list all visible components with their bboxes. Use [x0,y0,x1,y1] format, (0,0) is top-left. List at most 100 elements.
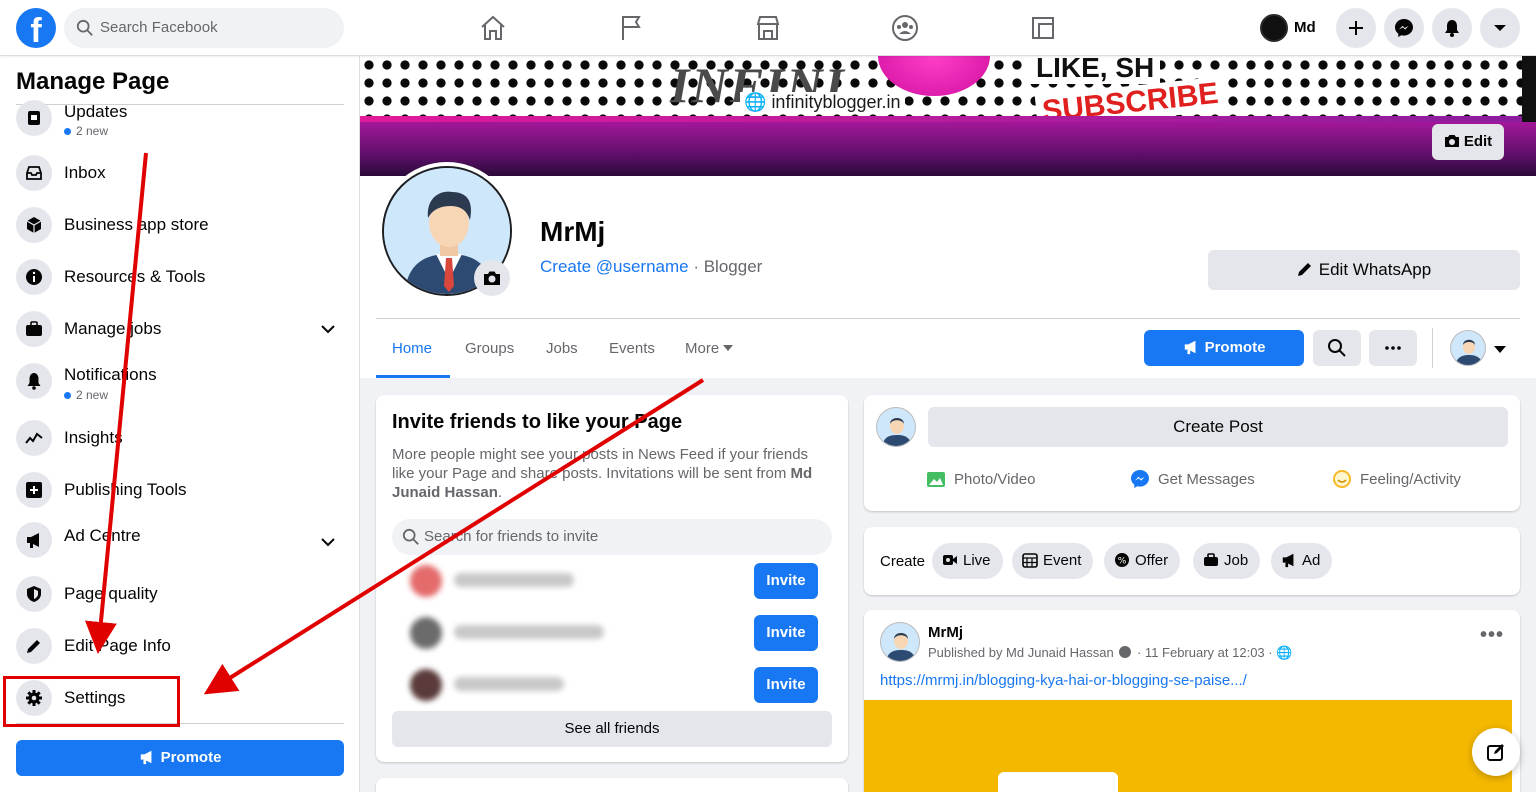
create-live-button[interactable]: Live [932,543,1003,579]
tab-jobs[interactable]: Jobs [546,340,578,357]
sidebar-title: Manage Page [16,68,170,95]
megaphone-icon [1282,553,1294,568]
info-icon [16,259,52,295]
camera-icon [1444,135,1459,147]
sidebar-item-inbox[interactable]: Inbox [16,151,344,195]
post-meta: Published by Md Junaid Hassan · 11 Febru… [928,645,1293,660]
sidebar-item-publishing-tools[interactable]: Publishing Tools [16,468,344,512]
get-messages-button[interactable]: Get Messages [1130,469,1255,489]
more-icon [1385,346,1401,350]
globe-icon: 🌐 [744,92,767,112]
page-category: · Blogger [688,257,763,276]
gaming-icon[interactable] [1027,12,1059,44]
cube-icon [16,207,52,243]
divider [1432,328,1433,368]
sidebar-item-insights[interactable]: Insights [16,416,344,460]
sidebar-item-label: Insights [64,428,123,447]
flag-icon[interactable] [615,12,647,44]
scrollbar[interactable] [1522,56,1536,122]
more-options-button[interactable] [1369,330,1417,366]
tab-more[interactable]: More [685,340,734,357]
feeling-activity-button[interactable]: Feeling/Activity [1332,469,1461,489]
sidebar-item-label: Inbox [64,163,106,182]
create-post-button[interactable]: Create Post [928,407,1508,447]
create-plus-button[interactable] [1336,8,1376,48]
invite-button[interactable]: Invite [754,667,818,703]
sidebar-promote-button[interactable]: Promote [16,740,344,776]
sidebar-item-resources-tools[interactable]: Resources & Tools [16,255,344,299]
create-username-link[interactable]: Create @username [540,257,689,276]
new-count: 2 new [64,124,108,138]
caret-down-icon [723,345,734,351]
cover-site-url: 🌐 infinityblogger.in [740,92,905,113]
chevron-down-icon[interactable] [320,534,336,550]
sidebar-item-page-quality[interactable]: Page quality [16,572,344,616]
smiley-icon [1333,470,1351,488]
promote-button[interactable]: Promote [1144,330,1304,366]
search-placeholder: Search Facebook [100,19,218,36]
post-author[interactable]: MrMj [928,624,963,641]
search-page-button[interactable] [1313,330,1361,366]
chevron-down-icon[interactable] [320,321,336,337]
edit-whatsapp-button[interactable]: Edit WhatsApp [1208,250,1520,290]
search-facebook-input[interactable]: Search Facebook [64,8,344,48]
avatar [410,669,442,701]
divider [376,318,1520,319]
invite-button[interactable]: Invite [754,563,818,599]
sidebar-item-business-app-store[interactable]: Business app store [16,203,344,247]
publishing-icon [16,472,52,508]
invite-friends-card: Invite friends to like your Page More pe… [376,395,848,762]
post-link[interactable]: https://mrmj.in/blogging-kya-hai-or-blog… [880,672,1247,689]
help-icon [1119,646,1132,658]
compose-icon [1487,744,1504,761]
next-card [376,778,848,792]
sidebar-item-notifications[interactable]: Notifications 2 new [16,359,344,403]
caret-down-icon[interactable] [1494,346,1506,353]
post-image[interactable] [864,700,1512,792]
megaphone-icon [140,750,152,765]
post-more-options-button[interactable]: ••• [1480,624,1504,647]
marketplace-icon[interactable] [752,12,784,44]
sidebar-item-edit-page-info[interactable]: Edit Page Info [16,624,344,668]
avatar[interactable] [880,622,920,662]
groups-icon[interactable] [889,12,921,44]
sidebar-item-manage-jobs[interactable]: Manage jobs [16,307,344,351]
facebook-logo[interactable]: f [16,8,56,48]
avatar [876,407,916,447]
tab-groups[interactable]: Groups [465,340,514,357]
svg-text:%: % [1118,557,1127,567]
offer-icon: % [1115,553,1129,567]
sidebar-item-updates[interactable]: Updates 2 new [16,96,344,140]
tab-events[interactable]: Events [609,340,655,357]
camera-icon [484,271,500,285]
create-offer-button[interactable]: % Offer [1104,543,1181,579]
new-message-button[interactable] [1472,728,1520,776]
create-job-button[interactable]: Job [1193,543,1261,579]
globe-icon: 🌐 [1276,645,1293,660]
home-icon[interactable] [477,12,509,44]
invite-button[interactable]: Invite [754,615,818,651]
invite-card-description: More people might see your posts in News… [392,446,813,501]
notifications-button[interactable] [1432,8,1472,48]
avatar[interactable] [1450,330,1486,366]
create-ad-button[interactable]: Ad [1271,543,1333,579]
inbox-icon [16,155,52,191]
sidebar-item-ad-centre[interactable]: Ad Centre [16,514,344,558]
avatar [410,565,442,597]
update-profile-picture-button[interactable] [474,260,510,296]
invite-search-input[interactable]: Search for friends to invite [392,519,832,555]
photo-video-button[interactable]: Photo/Video [926,469,1035,489]
megaphone-icon [16,522,52,558]
profile-chip[interactable]: Md [1256,8,1336,48]
create-event-button[interactable]: Event [1012,543,1094,579]
account-menu-button[interactable] [1480,8,1520,48]
create-bar-label: Create [880,553,926,570]
sidebar-item-label: Edit Page Info [64,636,171,655]
tab-home[interactable]: Home [392,340,432,357]
edit-cover-button[interactable]: Edit [1432,124,1504,160]
see-all-friends-button[interactable]: See all friends [392,711,832,747]
cover-like-text: LIKE, SH [1030,56,1161,84]
messenger-button[interactable] [1384,8,1424,48]
create-post-card: Create Post Photo/Video Get Messages Fee… [864,395,1520,511]
plus-icon [1349,21,1363,35]
